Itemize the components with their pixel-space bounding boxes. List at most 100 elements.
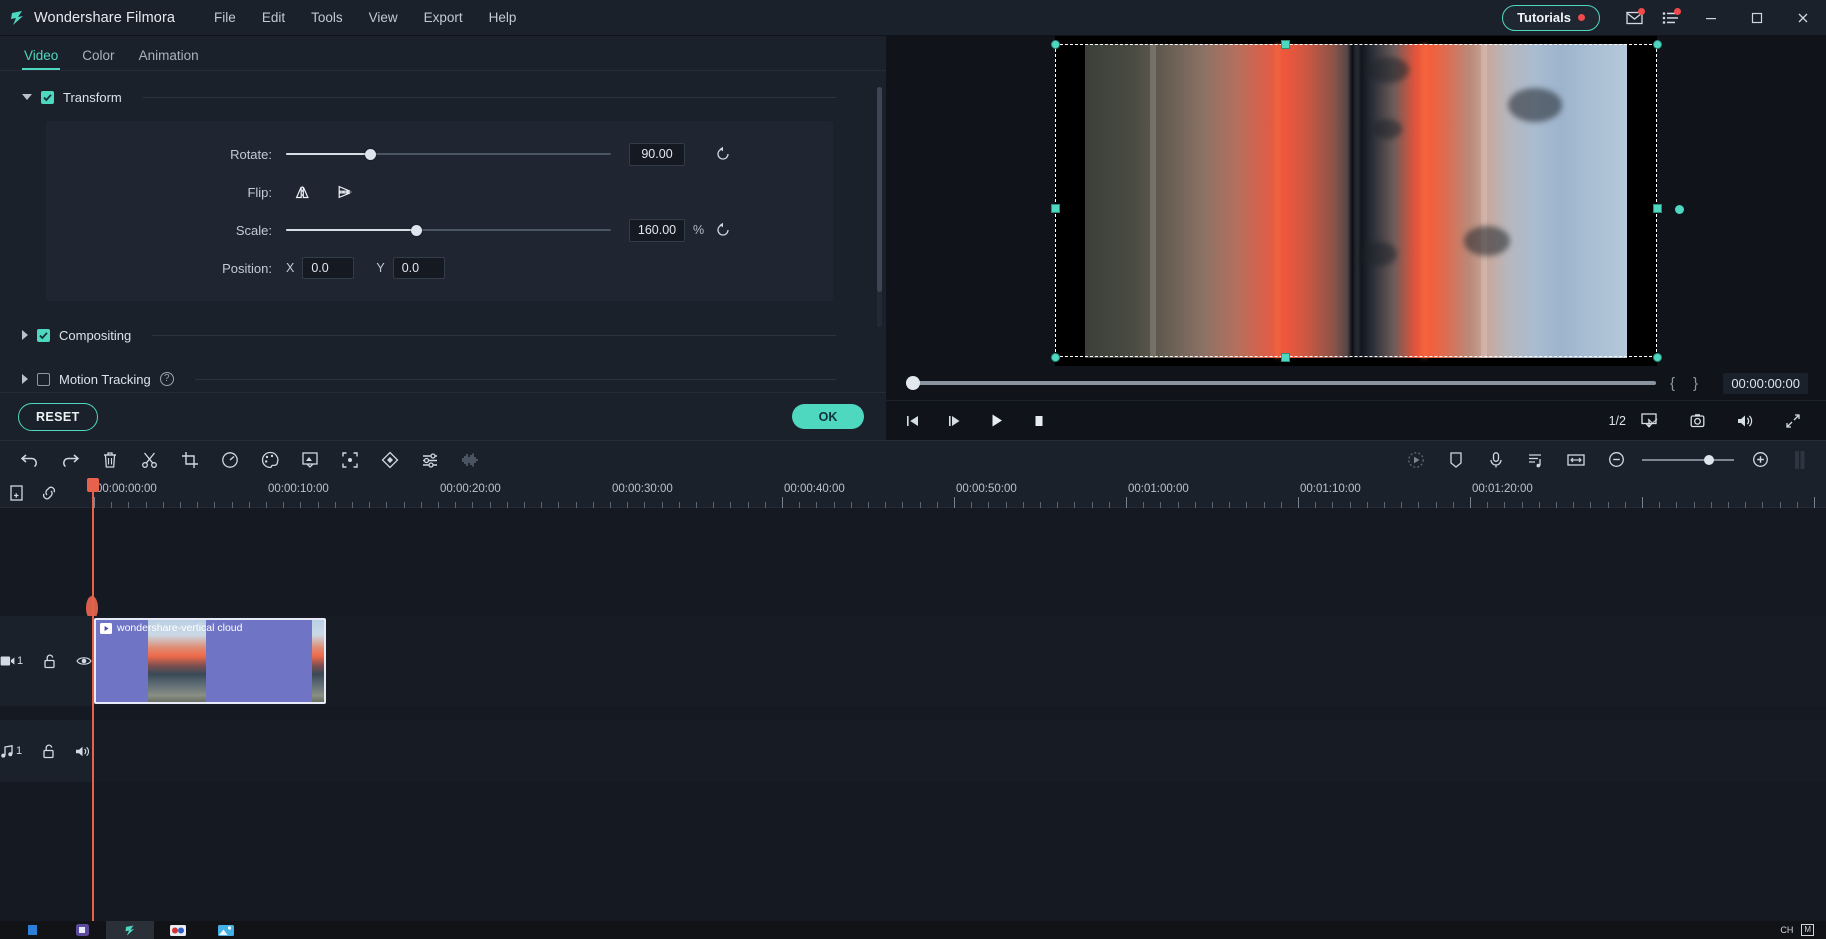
unlock-icon[interactable] xyxy=(42,744,55,759)
rotation-handle-icon[interactable] xyxy=(1675,205,1684,214)
audio-track-lane[interactable] xyxy=(92,720,1826,782)
preview-progress-slider[interactable] xyxy=(906,377,1656,389)
position-x-input[interactable]: 0.0 xyxy=(302,257,354,279)
menu-tools[interactable]: Tools xyxy=(298,5,356,30)
preview-quality-selector[interactable]: 1/2 xyxy=(1609,414,1626,428)
mark-in-button[interactable]: { xyxy=(1670,375,1675,392)
timeline-ruler[interactable]: 00:00:00:00 00:00:10:00 00:00:20:00 00:0… xyxy=(92,478,1826,508)
scale-slider[interactable] xyxy=(286,223,611,237)
flip-horizontal-icon[interactable] xyxy=(286,183,320,201)
tab-video[interactable]: Video xyxy=(12,48,70,70)
camera-icon[interactable] xyxy=(1676,401,1718,441)
selection-handle-bottom-center[interactable] xyxy=(1281,353,1290,362)
photo-app-icon[interactable] xyxy=(202,921,250,939)
fullscreen-icon[interactable] xyxy=(1772,401,1814,441)
motion-tracking-icon[interactable] xyxy=(330,441,370,479)
selection-handle-middle-right[interactable] xyxy=(1653,204,1662,213)
zoom-in-plus-icon[interactable] xyxy=(1740,441,1780,479)
stop-icon[interactable] xyxy=(1018,401,1060,441)
eye-icon[interactable] xyxy=(76,655,92,667)
timeline-zoom-knob[interactable] xyxy=(1704,455,1714,465)
link-chain-icon[interactable] xyxy=(40,484,58,502)
music-note-icon[interactable]: 1 xyxy=(0,745,22,758)
ime-language-label[interactable]: CH xyxy=(1780,925,1793,935)
mail-icon[interactable] xyxy=(1616,0,1652,36)
speedometer-icon[interactable] xyxy=(210,441,250,479)
previous-frame-icon[interactable] xyxy=(892,401,934,441)
menu-export[interactable]: Export xyxy=(411,5,476,30)
scale-value-input[interactable]: 160.00 xyxy=(629,219,685,242)
position-y-input[interactable]: 0.0 xyxy=(393,257,445,279)
green-screen-icon[interactable] xyxy=(290,441,330,479)
scissors-icon[interactable] xyxy=(130,441,170,479)
trash-icon[interactable] xyxy=(90,441,130,479)
selection-handle-bottom-left[interactable] xyxy=(1051,353,1060,362)
transform-checkbox[interactable] xyxy=(41,91,54,104)
panel-scrollbar[interactable] xyxy=(877,87,882,327)
timeline-zoom-slider[interactable] xyxy=(1642,453,1734,467)
mark-out-button[interactable]: } xyxy=(1693,375,1698,392)
selection-handle-top-left[interactable] xyxy=(1051,40,1060,49)
audio-waveform-icon[interactable] xyxy=(450,441,490,479)
blue-app-icon[interactable] xyxy=(10,921,58,939)
marker-shield-icon[interactable] xyxy=(1436,441,1476,479)
compositing-expand-caret-icon[interactable] xyxy=(22,330,28,340)
rotate-value-input[interactable]: 90.00 xyxy=(629,143,685,166)
menu-edit[interactable]: Edit xyxy=(249,5,298,30)
fit-to-timeline-icon[interactable] xyxy=(1556,441,1596,479)
red-blue-dots-icon[interactable] xyxy=(154,921,202,939)
scale-slider-knob[interactable] xyxy=(411,225,422,236)
close-icon[interactable] xyxy=(1780,0,1826,36)
playhead-grip[interactable] xyxy=(87,478,99,492)
flip-vertical-icon[interactable] xyxy=(328,183,362,201)
selection-handle-top-right[interactable] xyxy=(1653,40,1662,49)
export-frame-icon[interactable] xyxy=(1628,401,1670,441)
tutorials-button[interactable]: Tutorials xyxy=(1502,5,1600,31)
split-bars-icon[interactable] xyxy=(1780,441,1820,479)
motion-tracking-checkbox[interactable] xyxy=(37,373,50,386)
minimize-icon[interactable] xyxy=(1688,0,1734,36)
panel-scrollbar-thumb[interactable] xyxy=(877,87,882,292)
tab-color[interactable]: Color xyxy=(70,48,126,70)
unlock-icon[interactable] xyxy=(43,654,56,669)
microphone-icon[interactable] xyxy=(1476,441,1516,479)
audio-note-list-icon[interactable] xyxy=(1516,441,1556,479)
maximize-icon[interactable] xyxy=(1734,0,1780,36)
selection-handle-top-center[interactable] xyxy=(1281,40,1290,49)
selection-handle-bottom-right[interactable] xyxy=(1653,353,1662,362)
render-preview-icon[interactable] xyxy=(1396,441,1436,479)
keyframe-diamond-icon[interactable] xyxy=(370,441,410,479)
rotate-slider-knob[interactable] xyxy=(365,149,376,160)
filmora-taskbar-icon[interactable] xyxy=(106,921,154,939)
ok-button[interactable]: OK xyxy=(792,404,864,429)
reset-circular-arrow-icon[interactable] xyxy=(715,222,731,238)
help-question-icon[interactable]: ? xyxy=(160,372,174,386)
rotate-slider[interactable] xyxy=(286,147,611,161)
timeline-clip[interactable]: wondershare-vertical cloud xyxy=(94,618,326,704)
video-track-icon[interactable]: 1 xyxy=(0,655,23,667)
list-notification-icon[interactable] xyxy=(1652,0,1688,36)
tab-animation[interactable]: Animation xyxy=(127,48,211,70)
purple-app-icon[interactable] xyxy=(58,921,106,939)
preview-progress-knob[interactable] xyxy=(906,376,920,390)
menu-file[interactable]: File xyxy=(201,5,249,30)
compositing-checkbox[interactable] xyxy=(37,329,50,342)
color-palette-icon[interactable] xyxy=(250,441,290,479)
speaker-icon[interactable] xyxy=(1724,401,1766,441)
transform-section-header[interactable]: Transform xyxy=(0,85,886,109)
reset-circular-arrow-icon[interactable] xyxy=(715,146,731,162)
crop-icon[interactable] xyxy=(170,441,210,479)
motion-tracking-section-header[interactable]: Motion Tracking ? xyxy=(0,367,886,391)
add-media-icon[interactable] xyxy=(8,484,26,502)
timeline-playhead[interactable] xyxy=(92,478,94,921)
preview-timecode[interactable]: 00:00:00:00 xyxy=(1723,373,1808,394)
menu-help[interactable]: Help xyxy=(476,5,530,30)
redo-arrow-icon[interactable] xyxy=(50,441,90,479)
zoom-out-minus-icon[interactable] xyxy=(1596,441,1636,479)
transform-expand-caret-icon[interactable] xyxy=(22,94,32,100)
compositing-section-header[interactable]: Compositing xyxy=(0,323,886,347)
equalizer-sliders-icon[interactable] xyxy=(410,441,450,479)
motion-tracking-expand-caret-icon[interactable] xyxy=(22,374,28,384)
menu-view[interactable]: View xyxy=(356,5,411,30)
play-icon[interactable] xyxy=(976,401,1018,441)
